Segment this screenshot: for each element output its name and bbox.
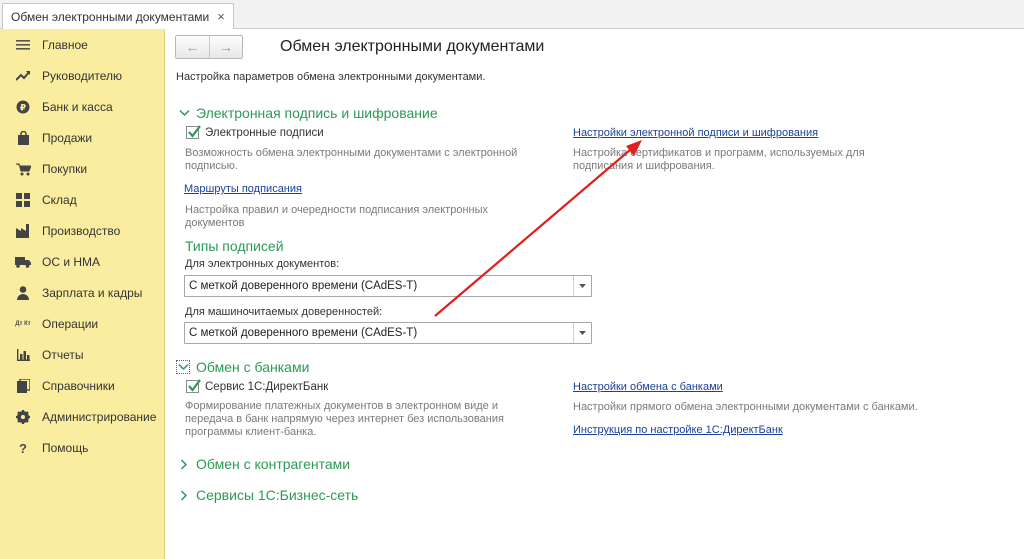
sidebar-item-label: Главное xyxy=(42,38,88,52)
section-title: Электронная подпись и шифрование xyxy=(196,105,438,121)
forward-button[interactable]: → xyxy=(208,36,242,58)
directbank-checkbox-row[interactable]: Сервис 1С:ДиректБанк xyxy=(186,379,329,393)
directbank-checkbox[interactable] xyxy=(186,379,201,393)
section-business-network-header[interactable]: Сервисы 1С:Бизнес-сеть xyxy=(178,487,358,503)
directbank-instruction-link[interactable]: Инструкция по настройке 1С:ДиректБанк xyxy=(573,424,783,436)
directbank-hint: Формирование платежных документов в элек… xyxy=(185,400,504,438)
trend-icon xyxy=(15,68,31,84)
chevron-down-icon xyxy=(178,107,190,119)
menu-icon xyxy=(15,37,31,53)
checkbox-label: Сервис 1С:ДиректБанк xyxy=(205,380,329,393)
page-title: Обмен электронными документами xyxy=(280,38,545,55)
tab-title: Обмен электронными документами xyxy=(11,9,210,24)
sidebar-item-label: Склад xyxy=(42,193,77,207)
sidebar-item-label: Администрирование xyxy=(42,410,157,424)
dt-kt-icon: Дт Кт xyxy=(15,321,31,327)
chevron-down-icon[interactable] xyxy=(573,323,591,343)
mchd-signature-select[interactable]: С меткой доверенного времени (CAdES-T) xyxy=(184,322,592,344)
sidebar-item-help[interactable]: ? Помощь xyxy=(0,434,165,462)
signing-routes-hint: Настройка правил и очередности подписани… xyxy=(185,204,489,229)
tab-bar: Обмен электронными документами × xyxy=(0,0,1024,29)
bar-chart-icon xyxy=(15,347,31,363)
sidebar-item-bank[interactable]: ₽ Банк и касса xyxy=(0,93,165,121)
sidebar-item-salary[interactable]: Зарплата и кадры xyxy=(0,279,165,307)
edoc-signature-label: Для электронных документов: xyxy=(185,258,340,270)
person-icon xyxy=(15,285,31,301)
sidebar-item-label: Покупки xyxy=(42,162,88,176)
sidebar-item-purchases[interactable]: Покупки xyxy=(0,155,165,183)
truck-icon xyxy=(15,254,31,270)
signature-settings-hint: Настройка сертификатов и программ, испол… xyxy=(573,147,865,172)
cart-icon xyxy=(15,161,31,177)
factory-icon xyxy=(15,223,31,239)
checkbox-label: Электронные подписи xyxy=(205,126,324,139)
section-title: Сервисы 1С:Бизнес-сеть xyxy=(196,487,359,503)
sidebar-item-label: Справочники xyxy=(42,379,115,393)
sidebar-item-label: Продажи xyxy=(42,131,93,145)
sidebar-item-directories[interactable]: Справочники xyxy=(0,372,165,400)
tab-edo[interactable]: Обмен электронными документами × xyxy=(2,3,234,29)
sidebar-item-label: ОС и НМА xyxy=(42,255,101,269)
sidebar-item-assets[interactable]: ОС и НМА xyxy=(0,248,165,276)
signing-routes-link[interactable]: Маршруты подписания xyxy=(184,183,302,195)
signature-settings-link[interactable]: Настройки электронной подписи и шифрован… xyxy=(573,127,818,139)
select-value: С меткой доверенного времени (CAdES-T) xyxy=(189,280,418,292)
e-signatures-hint: Возможность обмена электронными документ… xyxy=(185,147,518,172)
section-title: Обмен с банками xyxy=(196,359,310,375)
coin-icon: ₽ xyxy=(15,99,31,115)
chevron-down-icon xyxy=(176,360,190,374)
back-button[interactable]: ← xyxy=(176,36,209,58)
svg-text:₽: ₽ xyxy=(20,104,26,114)
sidebar-item-label: Руководителю xyxy=(42,69,123,83)
page-description: Настройка параметров обмена электронными… xyxy=(176,71,486,83)
edoc-signature-select[interactable]: С меткой доверенного времени (CAdES-T) xyxy=(184,275,592,297)
bank-exchange-settings-link[interactable]: Настройки обмена с банками xyxy=(573,381,723,393)
gear-icon xyxy=(15,409,31,425)
sidebar-item-label: Зарплата и кадры xyxy=(42,286,143,300)
question-icon: ? xyxy=(19,440,27,456)
close-icon[interactable]: × xyxy=(217,9,225,24)
chevron-down-icon[interactable] xyxy=(573,276,591,296)
sidebar-item-main[interactable]: Главное xyxy=(0,31,165,59)
select-value: С меткой доверенного времени (CAdES-T) xyxy=(189,327,418,339)
sidebar-item-production[interactable]: Производство xyxy=(0,217,165,245)
section-banks-header[interactable]: Обмен с банками xyxy=(176,359,309,375)
sidebar-item-label: Производство xyxy=(42,224,121,238)
bank-exchange-settings-hint: Настройки прямого обмена электронными до… xyxy=(573,401,918,413)
books-icon xyxy=(15,378,31,394)
sidebar-item-sales[interactable]: Продажи xyxy=(0,124,165,152)
chevron-right-icon xyxy=(178,489,190,501)
e-signatures-checkbox-row[interactable]: Электронные подписи xyxy=(186,125,324,139)
sidebar: Главное Руководителю ₽ Банк и касса Прод… xyxy=(0,29,165,559)
warehouse-icon xyxy=(15,192,31,208)
sidebar-item-warehouse[interactable]: Склад xyxy=(0,186,165,214)
section-title: Обмен с контрагентами xyxy=(196,456,351,472)
sidebar-item-label: Банк и касса xyxy=(42,100,113,114)
section-signature-header[interactable]: Электронная подпись и шифрование xyxy=(178,105,438,121)
history-nav: ← → xyxy=(175,35,243,59)
sidebar-item-label: Операции xyxy=(42,317,99,331)
bag-icon xyxy=(15,130,31,146)
sidebar-item-manager[interactable]: Руководителю xyxy=(0,62,165,90)
sidebar-item-label: Помощь xyxy=(42,441,89,455)
sidebar-item-reports[interactable]: Отчеты xyxy=(0,341,165,369)
chevron-right-icon xyxy=(178,458,190,470)
e-signatures-checkbox[interactable] xyxy=(186,125,201,139)
sidebar-item-label: Отчеты xyxy=(42,348,84,362)
section-contractors-header[interactable]: Обмен с контрагентами xyxy=(178,456,350,472)
sidebar-item-administration[interactable]: Администрирование xyxy=(0,403,165,431)
mchd-signature-label: Для машиночитаемых доверенностей: xyxy=(185,306,383,318)
signature-types-title: Типы подписей xyxy=(185,238,284,254)
sidebar-item-operations[interactable]: Дт Кт Операции xyxy=(0,310,165,338)
